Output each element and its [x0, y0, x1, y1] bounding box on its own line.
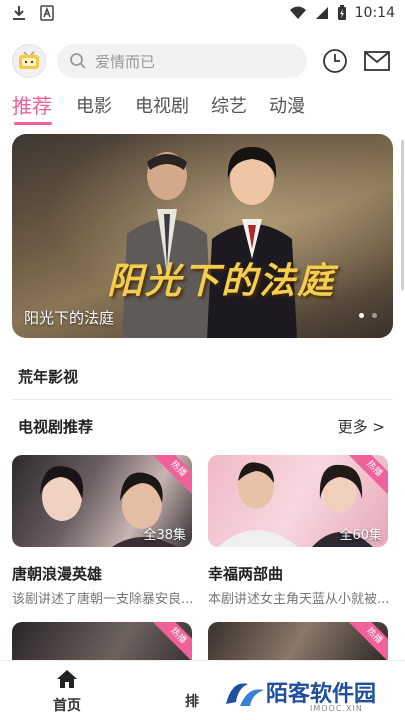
top-bar: 爱情而已	[0, 40, 405, 84]
scrollbar[interactable]	[401, 140, 404, 290]
brand-section-title: 荒年影视	[18, 368, 79, 386]
divider	[12, 399, 393, 400]
nav-home-label: 首页	[53, 698, 81, 714]
hot-badge: 热播	[347, 622, 388, 662]
watermark-logo	[226, 683, 264, 706]
banner-title-art: 阳光下的法庭	[107, 260, 336, 302]
signal-icon	[315, 7, 328, 19]
status-bar: 10:14	[0, 0, 405, 28]
watermark-subtext: IMOOC.XIN	[310, 704, 363, 713]
tab-variety[interactable]: 综艺	[211, 92, 247, 118]
video-thumbnail[interactable]: 热播 全60集	[208, 455, 388, 547]
mail-icon[interactable]	[364, 50, 390, 72]
search-icon	[70, 53, 86, 69]
episode-count: 全38集	[143, 528, 186, 543]
video-card[interactable]: 热播	[208, 622, 388, 662]
episode-count: 全60集	[339, 528, 382, 543]
video-card[interactable]: 热播 全60集 幸福两部曲 本剧讲述女主角天蓝从小就被...	[208, 455, 388, 607]
nav-rank[interactable]: 排	[185, 669, 215, 719]
video-title[interactable]: 幸福两部曲	[208, 563, 388, 584]
banner-pagination-dots	[359, 313, 377, 318]
banner-person-right	[207, 147, 297, 338]
banner-dot[interactable]	[372, 313, 377, 318]
tab-recommend[interactable]: 推荐	[12, 90, 52, 119]
banner-person-left	[122, 152, 212, 338]
video-thumbnail[interactable]: 热播 全38集	[12, 455, 192, 547]
avatar[interactable]	[12, 44, 46, 78]
home-icon	[57, 670, 77, 688]
hot-badge: 热播	[151, 622, 192, 662]
download-icon	[13, 6, 25, 20]
search-placeholder: 爱情而已	[95, 52, 156, 71]
video-description: 本剧讲述女主角天蓝从小就被...	[208, 592, 388, 607]
history-clock-icon[interactable]	[322, 48, 348, 74]
active-tab-indicator	[14, 122, 52, 125]
watermark: 陌客软件园 IMOOC.XIN	[222, 672, 397, 718]
battery-icon	[337, 5, 346, 20]
tab-tv-series[interactable]: 电视剧	[135, 92, 189, 118]
a-notification-icon	[40, 5, 54, 21]
status-time: 10:14	[354, 5, 395, 21]
wifi-icon	[289, 6, 306, 19]
tv-recommend-title: 电视剧推荐	[18, 418, 94, 436]
bilibili-tv-icon	[19, 51, 39, 69]
banner-carousel[interactable]: 阳光下的法庭 阳光下的法庭	[12, 134, 393, 338]
nav-home[interactable]: 首页	[46, 669, 88, 715]
more-link[interactable]: 更多 >	[338, 416, 385, 437]
tab-movie[interactable]: 电影	[76, 92, 112, 118]
video-description: 该剧讲述了唐朝一支除暴安良...	[12, 592, 192, 607]
video-card[interactable]: 热播	[12, 622, 192, 662]
search-input[interactable]: 爱情而已	[57, 44, 307, 78]
tab-anime[interactable]: 动漫	[269, 92, 305, 118]
banner-caption: 阳光下的法庭	[24, 309, 115, 327]
category-tabs: 推荐 电影 电视剧 综艺 动漫	[0, 88, 405, 128]
video-card[interactable]: 热播 全38集 唐朝浪漫英雄 该剧讲述了唐朝一支除暴安良...	[12, 455, 192, 607]
banner-dot[interactable]	[359, 313, 364, 318]
nav-rank-label: 排	[185, 694, 199, 710]
video-title[interactable]: 唐朝浪漫英雄	[12, 563, 192, 584]
